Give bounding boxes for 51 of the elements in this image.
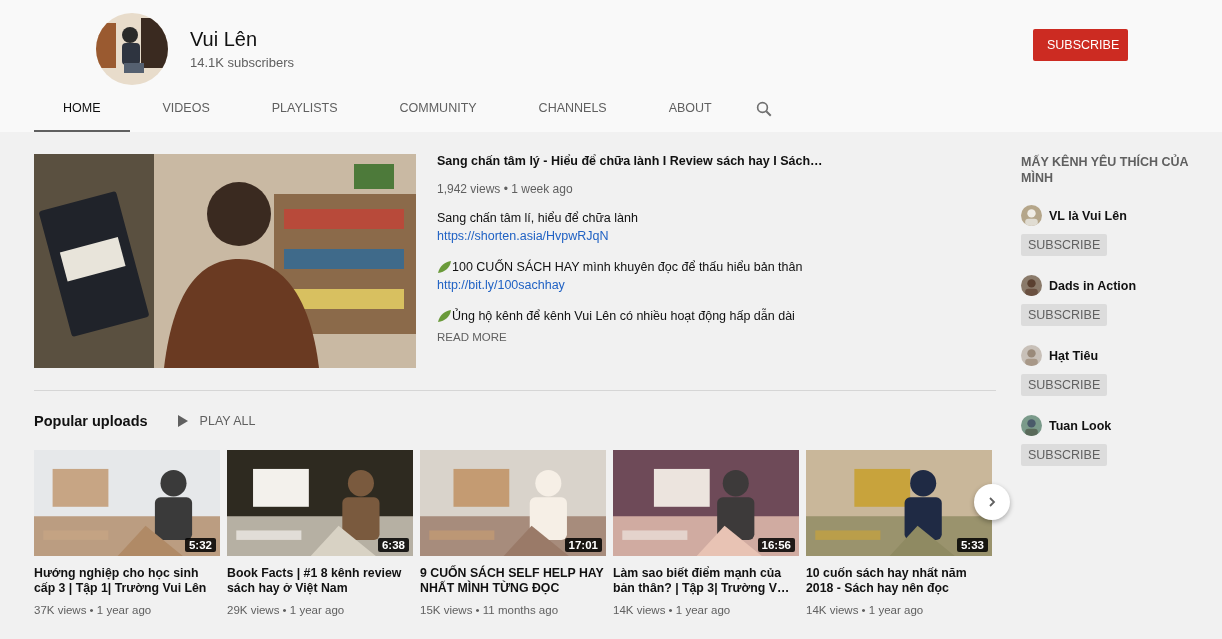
video-duration: 17:01 — [564, 538, 602, 552]
channel-name[interactable]: VL là Vui Lên — [1049, 208, 1127, 223]
channel-avatar — [1021, 345, 1042, 366]
description-link[interactable]: http://bit.ly/100sachhay — [437, 276, 817, 294]
description-text: Sang chấn tâm lí, hiểu để chữa lành — [437, 210, 639, 227]
subscribe-button[interactable]: SUBSCRIBE — [1021, 444, 1108, 466]
shelf-title: Popular uploads — [34, 413, 148, 429]
video-meta: 29K views • 1 year ago — [227, 604, 346, 616]
video-duration: 5:32 — [184, 538, 216, 552]
video-meta: 14K views • 1 year ago — [806, 604, 925, 616]
video-title[interactable]: 10 cuốn sách hay nhất năm 2018 - Sách hay nên đọc — [806, 566, 992, 596]
description-link[interactable]: https://shorten.asia/HvpwRJqN — [437, 227, 817, 245]
video-duration: 5:33 — [956, 538, 988, 552]
play-icon — [177, 415, 188, 427]
tab[interactable]: CHANNELS — [509, 86, 636, 132]
subscriber-count: 14.1K subscribers — [190, 55, 296, 70]
leaf-icon — [437, 309, 452, 323]
channel-avatar — [1021, 415, 1042, 436]
subscribe-button[interactable]: SUBSCRIBE — [1021, 304, 1108, 326]
channel-avatar — [1021, 205, 1042, 226]
video-meta: 1,942 views • 1 week ago — [437, 182, 574, 196]
subscribe-button[interactable]: SUBSCRIBE — [1033, 29, 1128, 61]
next-button[interactable] — [974, 484, 1010, 520]
tab[interactable]: HOME — [34, 86, 130, 132]
subscribe-button[interactable]: SUBSCRIBE — [1021, 374, 1108, 396]
tab[interactable]: ABOUT — [639, 86, 741, 132]
read-more-button[interactable]: READ MORE — [437, 331, 817, 343]
video-meta: 14K views • 1 year ago — [613, 604, 732, 616]
video-title[interactable]: Book Facts | #1 8 kênh review sách hay ở Việt Nam — [227, 566, 413, 596]
search-icon[interactable] — [754, 100, 773, 118]
video-title[interactable]: Làm sao biết điểm mạnh của bản thân? | Tập 3| Trường V… — [613, 566, 799, 596]
tab[interactable]: PLAYLISTS — [242, 86, 367, 132]
description-text: Ủng hộ kênh để kênh Vui Lên có nhiều hoạt động hấp dẫn dài — [452, 307, 795, 325]
subscribe-button[interactable]: SUBSCRIBE — [1021, 234, 1108, 256]
play-all-button[interactable]: PLAY ALL — [177, 414, 256, 428]
tab[interactable]: COMMUNITY — [370, 86, 506, 132]
channel-name[interactable]: Dads in Action — [1049, 278, 1137, 293]
channel-name: Vui Lên — [190, 28, 259, 51]
channel-name[interactable]: Hạt Tiêu — [1049, 348, 1099, 363]
section-title: MẤY KÊNH YÊU THÍCH CỦA MÌNH — [1021, 154, 1190, 186]
tab[interactable]: VIDEOS — [133, 86, 239, 132]
description-text: 100 CUỐN SÁCH HAY mình khuyên đọc để thấu hiểu bản thân — [452, 258, 803, 276]
video-title[interactable]: Hướng nghiệp cho học sinh cấp 3 | Tập 1| Trường Vui Lên — [34, 566, 220, 596]
channel-name[interactable]: Tuan Look — [1049, 418, 1112, 433]
video-duration: 6:38 — [377, 538, 409, 552]
video-duration: 16:56 — [757, 538, 795, 552]
video-title[interactable]: 9 CUỐN SÁCH SELF HELP HAY NHẤT MÌNH TỪNG ĐỌC — [420, 566, 606, 596]
leaf-icon — [437, 260, 452, 274]
channel-avatar — [1021, 275, 1042, 296]
video-meta: 37K views • 1 year ago — [34, 604, 153, 616]
video-meta: 15K views • 11 months ago — [420, 604, 560, 616]
